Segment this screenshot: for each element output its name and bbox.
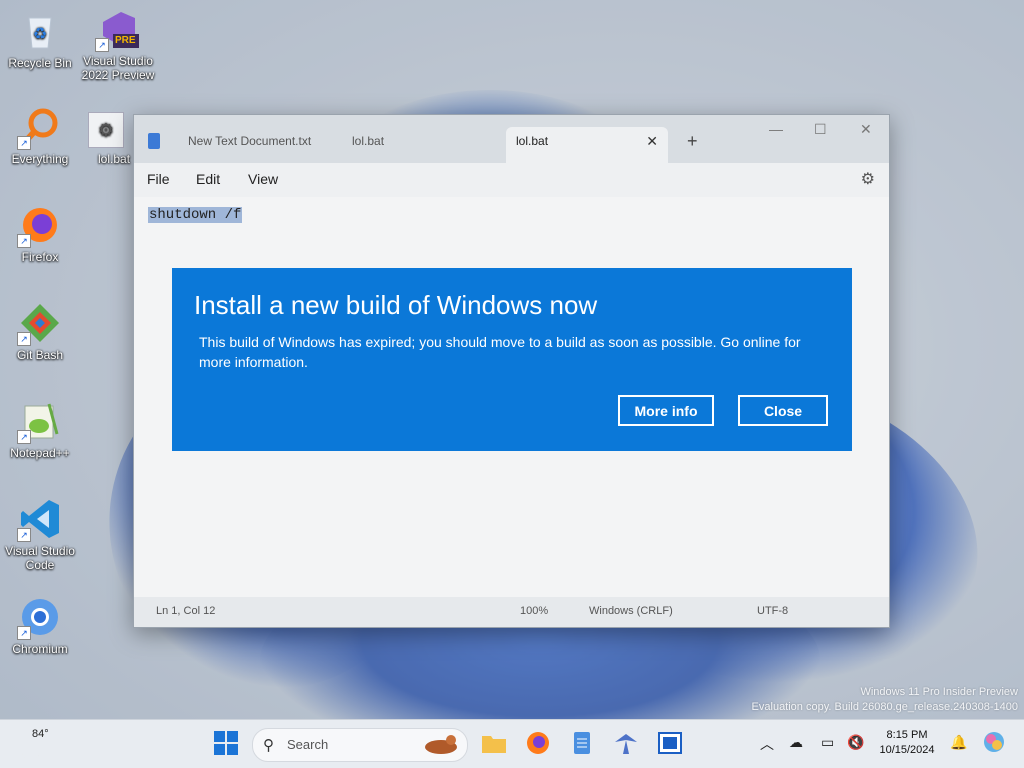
git-bash-icon: ↗: [17, 302, 61, 346]
add-tab-button[interactable]: +: [687, 131, 698, 152]
minimize-button[interactable]: —: [769, 121, 783, 137]
watermark-build: Evaluation copy. Build 26080.ge_release.…: [751, 701, 1018, 713]
line-ending[interactable]: Windows (CRLF): [589, 605, 673, 617]
recycle-bin-icon: ♻: [19, 10, 61, 52]
firefox-icon: [527, 732, 549, 754]
settings-gear-icon[interactable]: ⚙: [861, 169, 875, 189]
vscode-icon: ↗: [17, 498, 61, 542]
status-bar: Ln 1, Col 12 100% Windows (CRLF) UTF-8: [134, 597, 889, 627]
shortcut-arrow-icon: ↗: [95, 38, 109, 52]
file-explorer-button[interactable]: [481, 730, 507, 756]
desktop-icon-vscode[interactable]: ↗ Visual Studio Code: [0, 498, 82, 572]
everything-search-icon: ↗: [17, 106, 61, 150]
weather-moon-icon: [21, 750, 40, 760]
notification-bell-icon[interactable]: 🔔: [950, 734, 967, 751]
watermark-edition: Windows 11 Pro Insider Preview: [860, 686, 1018, 698]
build-expired-dialog: Install a new build of Windows now This …: [172, 268, 852, 451]
editor-content[interactable]: shutdown /f: [148, 207, 243, 223]
shortcut-arrow-icon: ↗: [17, 234, 31, 248]
firefox-icon: ↗: [17, 204, 61, 248]
tab-label: New Text Document.txt: [188, 134, 312, 148]
folder-icon: [482, 736, 506, 753]
svg-text:♻: ♻: [33, 26, 47, 43]
dialog-title: Install a new build of Windows now: [194, 290, 598, 320]
shortcut-arrow-icon: ↗: [17, 430, 31, 444]
clock-date: 10/15/2024: [879, 744, 935, 756]
menu-edit[interactable]: Edit: [196, 171, 220, 187]
display-icon[interactable]: ▭: [821, 734, 834, 751]
notepad-icon: [574, 732, 590, 754]
tab-label: lol.bat: [352, 134, 385, 148]
shortcut-arrow-icon: ↗: [17, 136, 31, 150]
tab-lol-bat-active[interactable]: lol.bat ✕: [506, 127, 668, 163]
chromium-icon: ↗: [17, 596, 61, 640]
encoding[interactable]: UTF-8: [757, 605, 788, 617]
close-dialog-button[interactable]: Close: [738, 395, 828, 426]
maximize-button[interactable]: ☐: [814, 121, 827, 138]
weather-temp: 84°: [32, 728, 49, 740]
zoom-level[interactable]: 100%: [520, 605, 548, 617]
notepad-app-icon: [148, 133, 160, 149]
tab-label: lol.bat: [516, 134, 549, 148]
tab-bar: New Text Document.txt lol.bat lol.bat ✕ …: [134, 115, 889, 163]
menu-view[interactable]: View: [248, 171, 278, 187]
window-app-icon: [658, 732, 682, 754]
clock[interactable]: 8:15 PM 10/15/2024: [876, 728, 938, 758]
notepad-taskbar-button[interactable]: [569, 730, 595, 756]
firefox-taskbar-button[interactable]: [525, 730, 551, 756]
start-button[interactable]: [213, 730, 239, 756]
window-app-taskbar-button[interactable]: [657, 730, 683, 756]
chevron-up-icon[interactable]: ︿: [760, 734, 774, 754]
weather-widget[interactable]: 84°: [16, 726, 66, 762]
menu-file[interactable]: File: [147, 171, 170, 187]
copilot-button[interactable]: [982, 730, 1008, 756]
desktop-icon-visual-studio-preview[interactable]: PRE ↗ Visual Studio 2022 Preview: [76, 8, 160, 82]
tab-new-text-document[interactable]: New Text Document.txt: [148, 127, 334, 163]
search-icon: ⚲: [263, 737, 274, 754]
visual-studio-preview-icon: PRE ↗: [95, 8, 139, 52]
notepad-plus-plus-icon: ↗: [17, 400, 61, 444]
pre-badge: PRE: [115, 35, 136, 46]
cursor-position: Ln 1, Col 12: [156, 605, 216, 617]
desktop-icon-everything[interactable]: ↗ Everything: [0, 106, 82, 166]
tab-close-icon[interactable]: ✕: [646, 127, 658, 155]
menu-bar: File Edit View ⚙: [134, 163, 889, 197]
desktop-icon-chromium[interactable]: ↗ Chromium: [0, 596, 82, 656]
shortcut-arrow-icon: ↗: [17, 626, 31, 640]
copilot-icon: [984, 732, 1004, 752]
batch-file-icon: ⚙: [88, 112, 124, 148]
volume-icon[interactable]: 🔇: [847, 734, 864, 751]
desktop-icon-lol-bat[interactable]: ⚙ lol.bat: [76, 112, 136, 166]
shortcut-arrow-icon: ↗: [17, 332, 31, 346]
desktop-icon-notepad-plus-plus[interactable]: ↗ Notepad++: [0, 400, 82, 460]
more-info-button[interactable]: More info: [618, 395, 714, 426]
taskbar-search[interactable]: ⚲ Search: [252, 728, 468, 762]
tab-lol-bat[interactable]: lol.bat: [338, 127, 438, 163]
desktop-icon-recycle-bin[interactable]: ♻ Recycle Bin: [0, 10, 82, 70]
app-taskbar-button[interactable]: [613, 730, 639, 756]
dialog-message: This build of Windows has expired; you s…: [199, 334, 801, 370]
search-placeholder: Search: [287, 737, 329, 752]
close-window-button[interactable]: ✕: [860, 121, 872, 138]
clock-time: 8:15 PM: [886, 729, 928, 741]
network-off-icon[interactable]: ☁: [789, 734, 803, 751]
desktop-icon-firefox[interactable]: ↗ Firefox: [0, 204, 82, 264]
search-highlight-icon: [425, 735, 457, 754]
desktop-icon-git-bash[interactable]: ↗ Git Bash: [0, 302, 82, 362]
shortcut-arrow-icon: ↗: [17, 528, 31, 542]
svg-text:⚙: ⚙: [98, 120, 114, 140]
bird-app-icon: [615, 734, 637, 754]
taskbar: 84° ⚲ Search ︿ ☁ ▭ 🔇 8:15 PM 10/15/2024 …: [0, 719, 1024, 768]
windows-logo-icon: [214, 731, 238, 755]
